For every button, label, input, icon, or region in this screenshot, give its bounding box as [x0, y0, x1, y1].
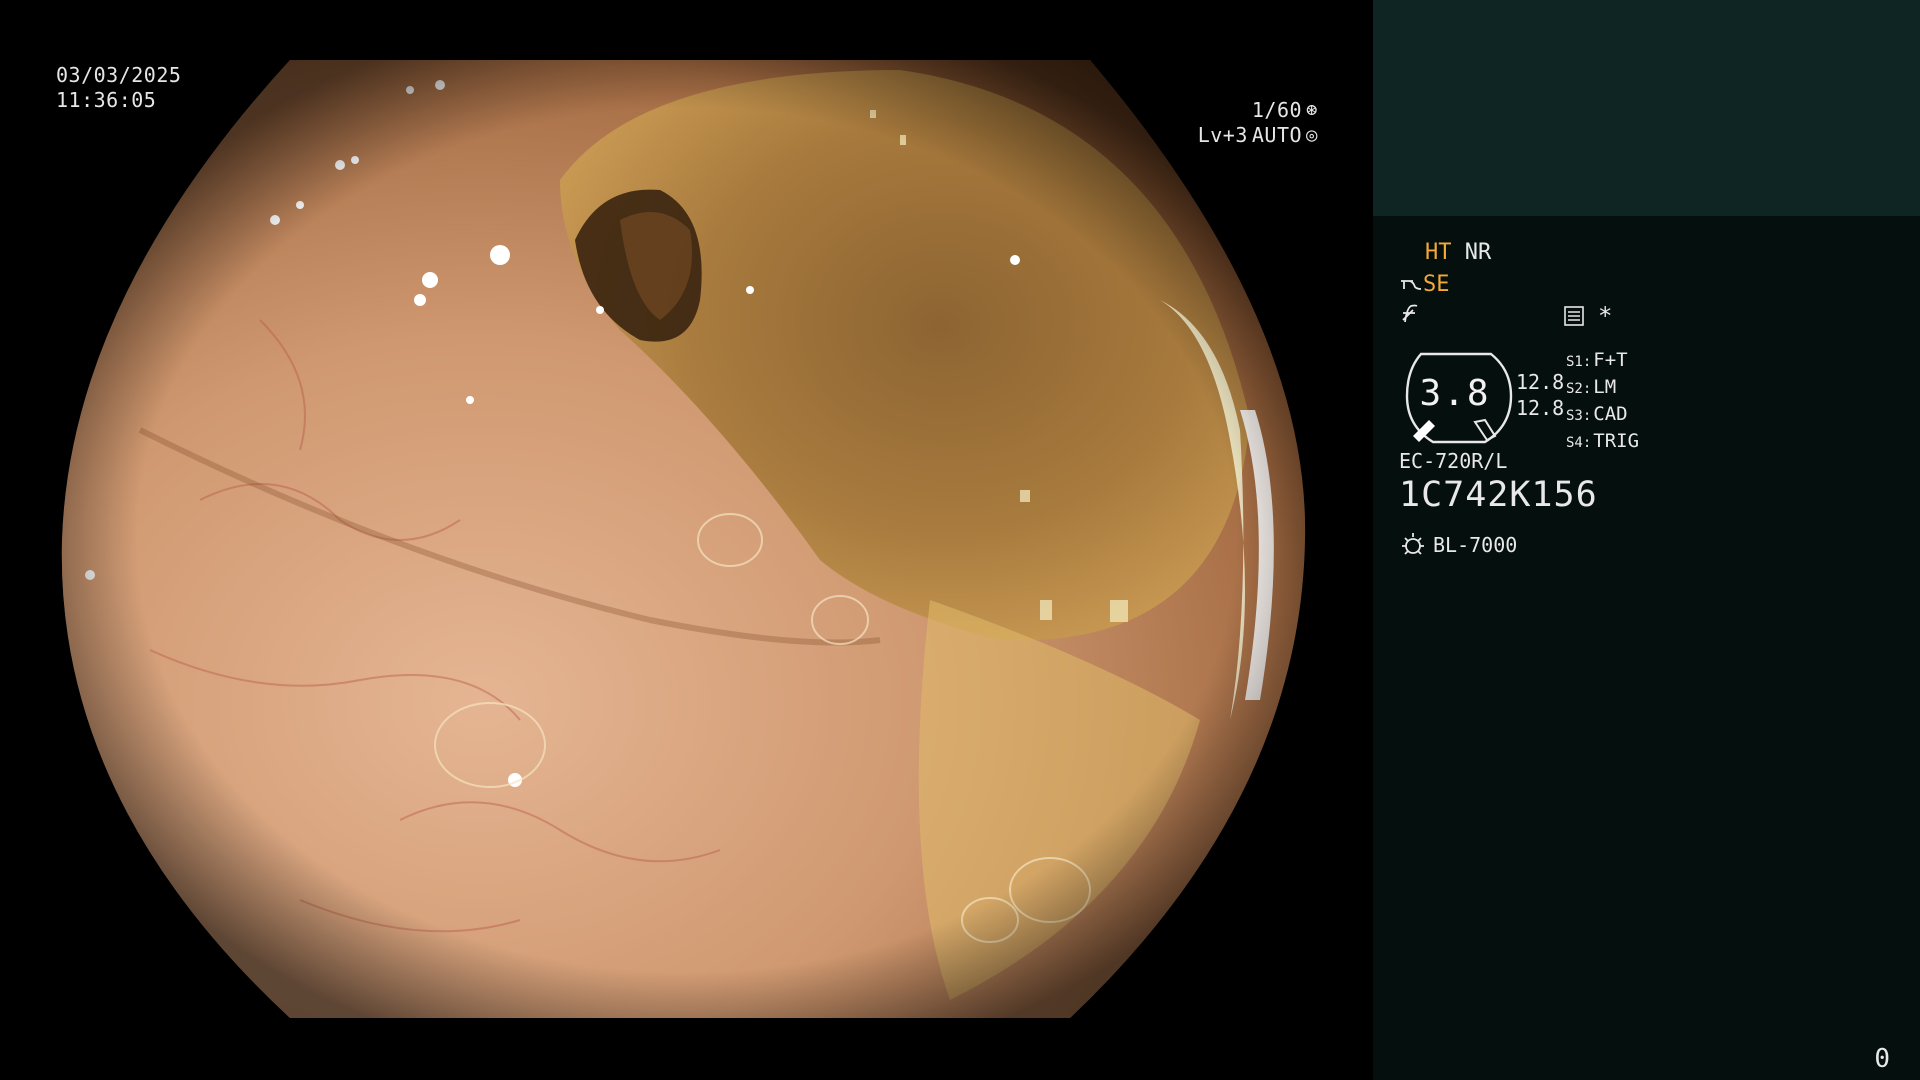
- fn-row: [1399, 302, 1421, 330]
- gauge-value: 3.8: [1419, 373, 1491, 414]
- gauge-readout-2: 12.8: [1516, 396, 1565, 420]
- iris-mode: AUTO: [1251, 123, 1303, 147]
- shutter-speed: 1/60: [1251, 98, 1303, 122]
- switch-mode-1: S1: F+T: [1566, 349, 1628, 371]
- endoscope-view: 03/03/2025 11:36:05 1/60 ⊛ Lv+3 AUTO ◎: [0, 0, 1373, 1080]
- switch-mode-2: S2: LM: [1566, 376, 1617, 398]
- switch-mode-4: S4: TRIG: [1566, 430, 1640, 452]
- freeze-icon: [1402, 304, 1418, 323]
- brightness-level: Lv+3: [1197, 123, 1248, 147]
- switch-modes: S1: F+T S2: LM S3: CAD S4: TRIG: [1566, 348, 1639, 456]
- osd-date: 03/03/2025: [56, 63, 182, 87]
- panel-header-area: [1373, 0, 1920, 216]
- structure-enhance-icon: [1401, 279, 1422, 290]
- se-row: SE: [1399, 272, 1450, 297]
- switch-mode-3: S3: CAD: [1566, 403, 1628, 425]
- image-counter: 0: [1874, 1044, 1890, 1074]
- enhancement-row: HT NR: [1425, 240, 1491, 265]
- scope-model: EC-720R/L: [1399, 449, 1508, 473]
- gauge-readout-1: 12.8: [1516, 370, 1565, 394]
- se-label: SE: [1423, 272, 1450, 297]
- aperture-icon: ⊛: [1306, 99, 1318, 121]
- osd-time: 11:36:05: [56, 88, 157, 112]
- nr-label: NR: [1464, 240, 1492, 265]
- light-source-model: BL-7000: [1433, 533, 1518, 557]
- light-source-icon: [1402, 533, 1424, 555]
- star-marker: *: [1598, 302, 1613, 330]
- menu-list-icon: [1564, 306, 1584, 326]
- iris-icon: ◎: [1306, 124, 1318, 146]
- scope-serial: 1C742K156: [1399, 475, 1598, 515]
- endoscopic-image: [61, 60, 1306, 1018]
- ht-label: HT: [1425, 240, 1452, 265]
- light-source-row: BL-7000: [1399, 531, 1517, 559]
- osd-datetime: 03/03/2025 11:36:05: [56, 63, 181, 113]
- osd-exposure: 1/60 ⊛ Lv+3 AUTO ◎: [1058, 98, 1318, 148]
- status-panel: HT NR SE * 3.8 12.8 12.8 S1: F+T S2: LM …: [1373, 0, 1920, 1080]
